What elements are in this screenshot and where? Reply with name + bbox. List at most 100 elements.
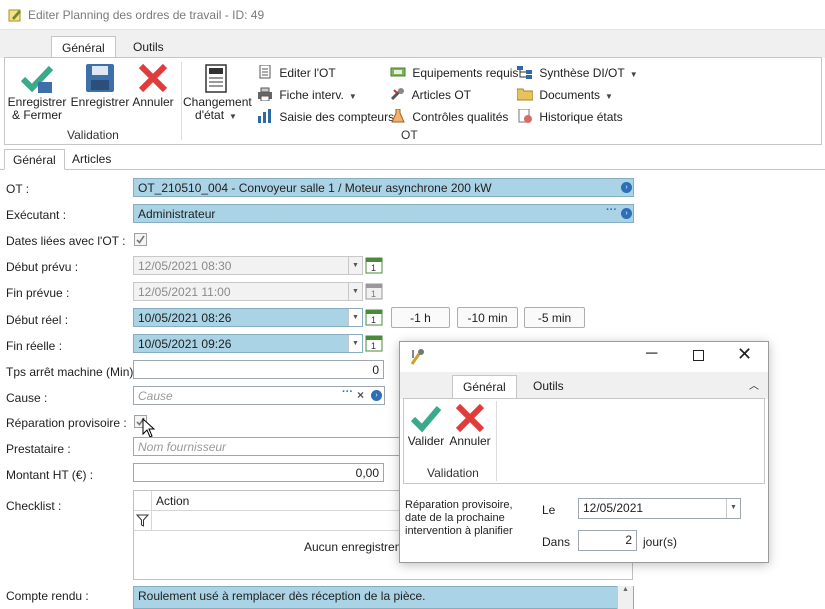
ribbon-group-divider: [181, 62, 182, 140]
fin-reelle-label: Fin réelle :: [6, 339, 63, 353]
prestataire-placeholder: Nom fournisseur: [138, 440, 227, 454]
dialog-cancel-button[interactable]: Annuler: [448, 403, 492, 448]
historique-label: Historique états: [539, 110, 623, 124]
form-tab-bar: Général Articles: [0, 148, 825, 170]
chevron-down-icon[interactable]: ▼: [348, 309, 362, 326]
minus-10min-button[interactable]: -10 min: [457, 307, 518, 328]
chevron-down-icon: ▼: [348, 257, 362, 274]
tab-form-general[interactable]: Général: [4, 149, 65, 170]
cancel-icon: [455, 403, 485, 433]
tab-outils[interactable]: Outils: [123, 36, 174, 59]
prestataire-label: Prestataire :: [6, 442, 71, 456]
maximize-icon[interactable]: [693, 350, 704, 361]
circle-arrow-icon[interactable]: ›: [621, 208, 632, 219]
debut-reel-value: 10/05/2021 08:26: [138, 311, 232, 325]
chevron-down-icon: ▼: [348, 92, 357, 101]
calendar-icon[interactable]: 1: [365, 334, 383, 352]
column-action-header[interactable]: Action: [156, 494, 189, 508]
chevron-down-icon[interactable]: ▼: [348, 335, 362, 352]
synthese-label: Synthèse DI/OT: [539, 66, 625, 80]
cause-label: Cause :: [6, 391, 48, 405]
check-icon: [136, 235, 145, 244]
document-ot-icon: [205, 64, 227, 93]
tab-form-articles[interactable]: Articles: [64, 149, 119, 170]
compte-rendu-value: Roulement usé à remplacer dès réception …: [138, 589, 426, 603]
calendar-icon[interactable]: 1: [365, 308, 383, 326]
change-state-button[interactable]: Changement d'état ▼: [183, 64, 252, 123]
cancel-icon: [138, 63, 168, 93]
scrollbar[interactable]: ▲: [617, 586, 633, 609]
prestataire-field[interactable]: Nom fournisseur: [133, 437, 400, 456]
controles-button[interactable]: Contrôles qualités: [390, 109, 508, 127]
edit-ot-button[interactable]: Editer l'OT: [257, 65, 336, 83]
window-title: Editer Planning des ordres de travail - …: [28, 8, 265, 22]
minus-5min-button[interactable]: -5 min: [524, 307, 585, 328]
title-bar: Editer Planning des ordres de travail - …: [0, 0, 825, 30]
chevron-down-icon: ▼: [348, 283, 362, 300]
check-icon: [410, 406, 442, 433]
ribbon-tab-bar: Général Outils: [0, 30, 825, 59]
le-label: Le: [542, 503, 556, 517]
documents-label: Documents: [539, 88, 601, 102]
close-icon[interactable]: ✕: [737, 344, 752, 365]
debut-reel-field[interactable]: 10/05/2021 08:26: [133, 308, 363, 327]
ot-value: OT_210510_004 - Convoyeur salle 1 / Mote…: [138, 181, 492, 195]
tps-arret-field[interactable]: 0: [133, 360, 384, 379]
montant-field[interactable]: 0,00: [133, 463, 384, 482]
save-close-button[interactable]: Enregistrer & Fermer: [7, 62, 67, 122]
circle-arrow-icon[interactable]: ›: [371, 390, 382, 401]
filter-icon[interactable]: [136, 514, 149, 527]
fiche-interv-button[interactable]: Fiche interv. ▼: [257, 87, 357, 105]
chevron-down-icon[interactable]: ▼: [726, 499, 740, 518]
dans-label: Dans: [542, 535, 571, 549]
hierarchy-icon: [517, 66, 532, 79]
fin-prevue-field: 12/05/2021 11:00: [133, 282, 363, 301]
documents-button[interactable]: Documents ▼: [517, 87, 613, 105]
clear-icon[interactable]: ×: [357, 388, 364, 402]
calendar-icon: 1: [365, 283, 383, 300]
articles-ot-button[interactable]: Articles OT: [390, 87, 471, 105]
circle-arrow-icon[interactable]: ›: [621, 182, 632, 193]
printer-doc-icon: [259, 65, 271, 79]
saisie-compteurs-button[interactable]: Saisie des compteurs: [257, 109, 394, 127]
executant-value: Administrateur: [138, 207, 216, 221]
fin-reelle-field[interactable]: 10/05/2021 09:26: [133, 334, 363, 353]
minimize-icon[interactable]: ─: [646, 345, 657, 363]
ot-label: OT :: [6, 182, 30, 196]
le-date-field[interactable]: 12/05/2021: [578, 498, 741, 519]
cancel-button[interactable]: Annuler: [131, 62, 175, 109]
ribbon: Enregistrer & Fermer Enregistrer Annuler…: [4, 57, 822, 145]
executant-field[interactable]: Administrateur: [133, 204, 634, 223]
dans-field[interactable]: 2: [578, 530, 637, 551]
grid-empty-message: Aucun enregistreme: [304, 540, 412, 554]
jours-label: jour(s): [643, 535, 678, 549]
articles-ot-label: Articles OT: [411, 88, 472, 102]
dialog-tab-outils[interactable]: Outils: [523, 375, 574, 398]
checklist-label: Checklist :: [6, 499, 62, 513]
dialog-description: Réparation provisoire, date de la procha…: [405, 499, 513, 537]
svg-text:1: 1: [371, 341, 376, 351]
controles-label: Contrôles qualités: [412, 110, 509, 124]
change-state-label: Changement d'état: [183, 95, 252, 122]
synthese-button[interactable]: Synthèse DI/OT ▼: [517, 65, 638, 83]
validate-button[interactable]: Valider: [406, 403, 446, 448]
dialog-ribbon-tabs: Général Outils ︿: [400, 372, 768, 399]
dialog-tab-general[interactable]: Général: [452, 375, 517, 398]
edit-icon: [8, 9, 21, 22]
save-close-label: Enregistrer & Fermer: [7, 95, 67, 122]
save-button[interactable]: Enregistrer: [69, 62, 131, 109]
collapse-ribbon-icon[interactable]: ︿: [749, 377, 759, 392]
compte-rendu-field[interactable]: Roulement usé à remplacer dès réception …: [133, 586, 634, 609]
minus-1h-button[interactable]: -1 h: [391, 307, 450, 328]
fin-prevue-value: 12/05/2021 11:00: [138, 285, 231, 299]
debut-prevu-label: Début prévu :: [6, 260, 79, 274]
equipements-button[interactable]: Equipements requis: [390, 65, 518, 83]
dates-liees-checkbox[interactable]: [134, 233, 147, 246]
ellipsis-icon[interactable]: ···: [606, 204, 617, 216]
ellipsis-icon[interactable]: ···: [342, 386, 353, 398]
tps-arret-label: Tps arrêt machine (Min) :: [6, 365, 141, 379]
ot-field[interactable]: OT_210510_004 - Convoyeur salle 1 / Mote…: [133, 178, 634, 197]
tab-general[interactable]: Général: [51, 36, 116, 59]
historique-button[interactable]: Historique états: [517, 109, 623, 127]
svg-text:1: 1: [371, 289, 376, 299]
